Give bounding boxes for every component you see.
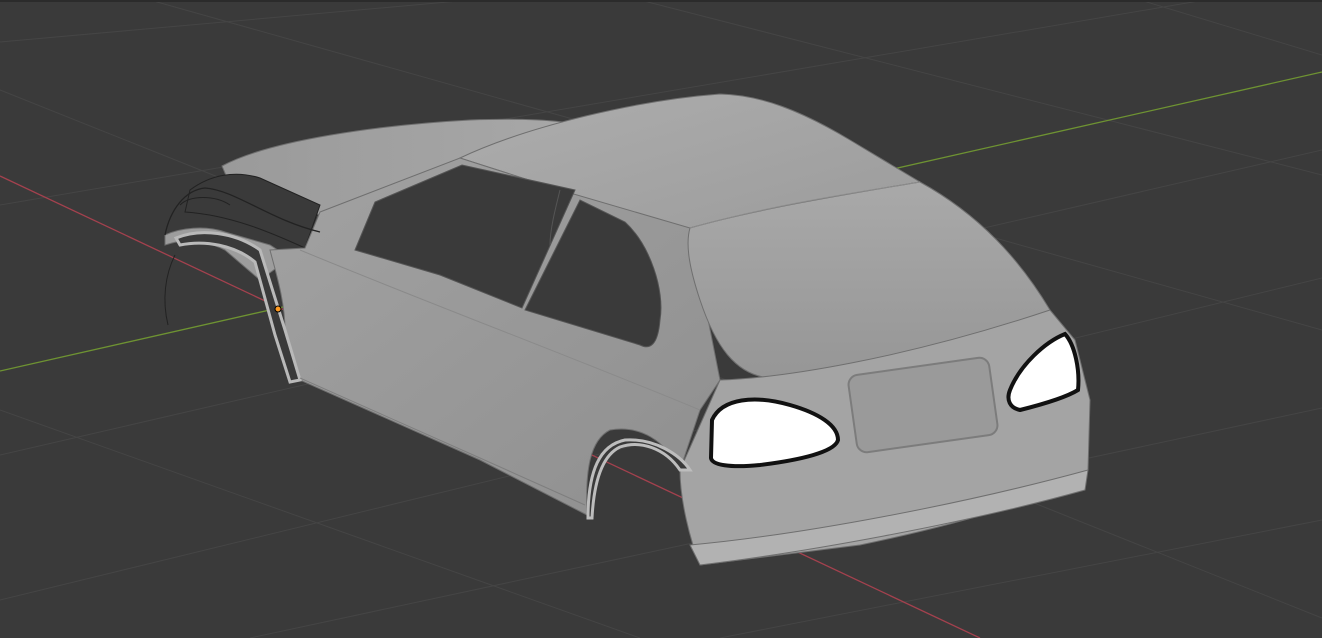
viewport-header-edge bbox=[0, 0, 1322, 2]
edge-curve-3 bbox=[164, 254, 176, 326]
3d-viewport[interactable] bbox=[0, 0, 1322, 638]
object-origin-dot[interactable] bbox=[274, 305, 282, 313]
viewport-canvas[interactable] bbox=[0, 0, 1322, 638]
car-body-mesh[interactable] bbox=[164, 93, 1091, 566]
